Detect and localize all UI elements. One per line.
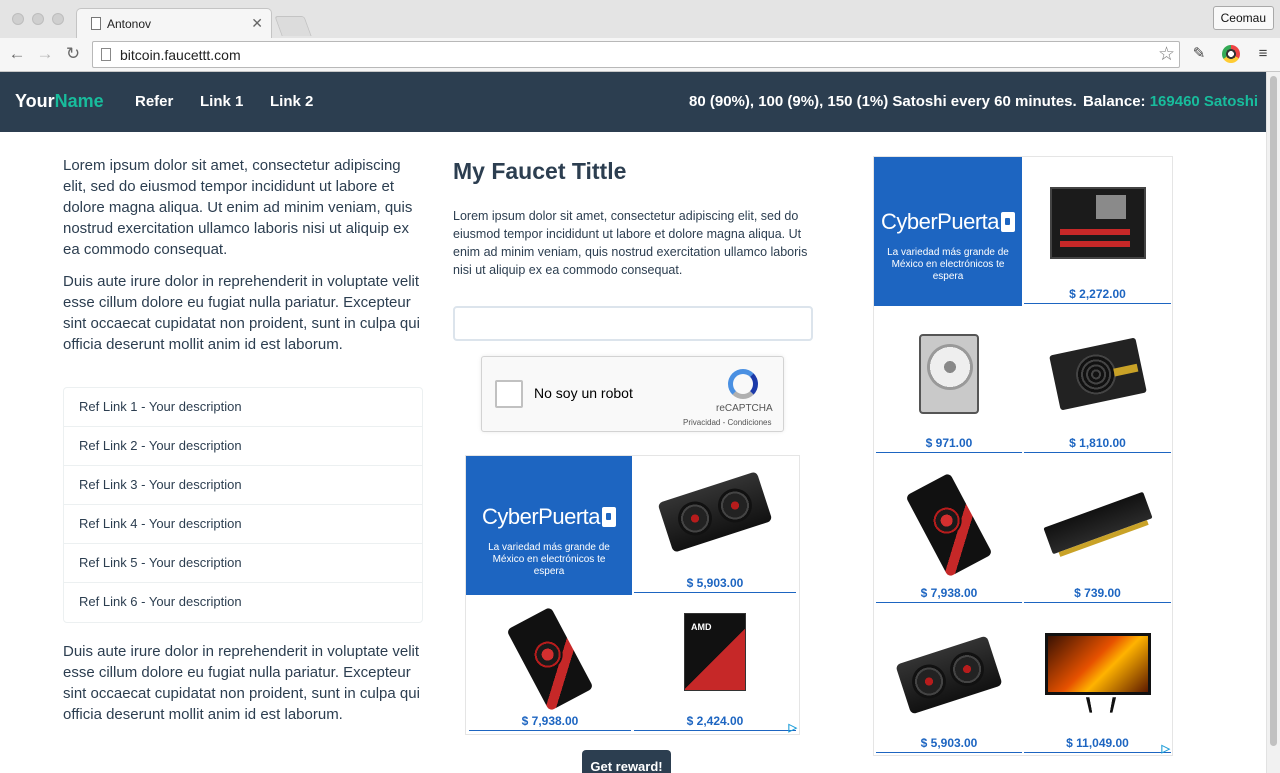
ad-price: $ 2,424.00 xyxy=(634,714,796,731)
captcha-links[interactable]: Privacidad - Condiciones xyxy=(683,418,772,427)
ref-link-item[interactable]: Ref Link 6 - Your description xyxy=(64,583,422,622)
adchoices-icon[interactable]: ▷ xyxy=(789,721,797,734)
ad-brand-panel[interactable]: CyberPuerta La variedad más grande de Mé… xyxy=(466,456,632,595)
close-window-button[interactable] xyxy=(12,13,24,25)
memory-module-image xyxy=(1042,491,1153,555)
color-extension-icon[interactable] xyxy=(1222,45,1240,63)
ad-price: $ 5,903.00 xyxy=(634,576,796,593)
browser-toolbar: ← → ↻ bitcoin.faucettt.com ☆ ✎ ≡ xyxy=(0,38,1280,72)
closing-paragraph: Duis aute irure dolor in reprehenderit i… xyxy=(63,643,420,723)
ref-link-list: Ref Link 1 - Your description Ref Link 2… xyxy=(63,387,423,623)
maximize-window-button[interactable] xyxy=(52,13,64,25)
tab-close-icon[interactable]: ✕ xyxy=(251,15,263,32)
ad-product[interactable]: $ 7,938.00 xyxy=(469,597,631,733)
right-ad-banner[interactable]: CyberPuerta La variedad más grande de Mé… xyxy=(873,156,1173,756)
ad-product[interactable]: $ 1,810.00 xyxy=(1024,308,1171,455)
extension-icon[interactable]: ✎ xyxy=(1188,43,1210,65)
reload-icon[interactable]: ↻ xyxy=(62,42,84,66)
ad-product[interactable]: $ 739.00 xyxy=(1024,457,1171,605)
minimize-window-button[interactable] xyxy=(32,13,44,25)
ref-link-item[interactable]: Ref Link 4 - Your description xyxy=(64,505,422,544)
browser-tabstrip: Antonov ✕ Ceomau xyxy=(0,0,1280,38)
nav-link-refer[interactable]: Refer xyxy=(135,93,173,110)
ad-price: $ 2,272.00 xyxy=(1024,287,1171,304)
power-supply-image xyxy=(1048,337,1147,411)
second-paragraph: Duis aute irure dolor in reprehenderit i… xyxy=(63,273,420,353)
url-text[interactable]: bitcoin.faucettt.com xyxy=(120,47,241,63)
ad-tagline: La variedad más grande de México en elec… xyxy=(488,542,610,577)
graphics-card-image xyxy=(506,606,594,712)
ad-price: $ 1,810.00 xyxy=(1024,436,1171,453)
faucet-title: My Faucet Tittle xyxy=(453,158,627,184)
profile-button[interactable]: Ceomau xyxy=(1212,6,1274,30)
get-reward-button[interactable]: Get reward! xyxy=(582,750,671,773)
back-arrow-icon[interactable]: ← xyxy=(6,42,28,66)
forward-arrow-icon[interactable]: → xyxy=(34,42,56,66)
payout-rate-text: 80 (90%), 100 (9%), 150 (1%) Satoshi eve… xyxy=(689,93,1077,110)
new-tab-button[interactable] xyxy=(274,16,312,36)
graphics-card-image xyxy=(657,471,773,553)
scroll-thumb[interactable] xyxy=(1270,76,1277,746)
menu-icon[interactable]: ≡ xyxy=(1252,43,1274,65)
cyberpuerta-logo: CyberPuerta xyxy=(874,209,1022,235)
ad-tagline: La variedad más grande de México en elec… xyxy=(887,247,1009,282)
motherboard-image xyxy=(1049,187,1146,259)
address-bar[interactable]: bitcoin.faucettt.com ☆ xyxy=(92,41,1180,68)
ad-price: $ 5,903.00 xyxy=(876,736,1022,753)
hard-drive-image xyxy=(919,334,979,414)
monitor-image xyxy=(1044,633,1151,695)
ad-price: $ 7,938.00 xyxy=(469,714,631,731)
brand-logo[interactable]: YourName xyxy=(15,91,104,112)
ref-link-item[interactable]: Ref Link 3 - Your description xyxy=(64,466,422,505)
page-scrollbar[interactable] xyxy=(1266,72,1280,773)
bookmark-star-icon[interactable]: ☆ xyxy=(1158,43,1175,66)
ad-product[interactable]: $ 2,424.00 xyxy=(634,597,796,733)
adchoices-icon[interactable]: ▷ xyxy=(1162,742,1170,755)
recaptcha-logo-icon xyxy=(728,369,758,399)
nav-link-1[interactable]: Link 1 xyxy=(200,93,243,110)
ad-product[interactable]: $ 11,049.00 xyxy=(1024,607,1171,755)
browser-tab[interactable]: Antonov ✕ xyxy=(76,8,272,38)
ad-product[interactable]: $ 971.00 xyxy=(876,308,1022,455)
captcha-brand: reCAPTCHA xyxy=(716,403,773,414)
captcha-label: No soy un robot xyxy=(534,385,633,401)
address-input[interactable] xyxy=(453,306,813,341)
graphics-card-image xyxy=(895,635,1003,715)
ad-price: $ 7,938.00 xyxy=(876,586,1022,603)
recaptcha-widget: No soy un robot reCAPTCHA Privacidad - C… xyxy=(481,356,784,432)
ad-brand-panel[interactable]: CyberPuerta La variedad más grande de Mé… xyxy=(874,157,1022,306)
page-icon xyxy=(101,48,111,61)
nav-link-2[interactable]: Link 2 xyxy=(270,93,313,110)
ad-price: $ 971.00 xyxy=(876,436,1022,453)
ad-price: $ 11,049.00 xyxy=(1024,736,1171,753)
cyberpuerta-logo: CyberPuerta xyxy=(466,504,632,530)
balance-value: 169460 Satoshi xyxy=(1149,93,1259,110)
site-navbar: YourName Refer Link 1 Link 2 80 (90%), 1… xyxy=(0,72,1266,132)
ad-price: $ 739.00 xyxy=(1024,586,1171,603)
page-icon xyxy=(91,17,101,30)
ref-link-item[interactable]: Ref Link 5 - Your description xyxy=(64,544,422,583)
ad-product[interactable]: $ 5,903.00 xyxy=(634,456,796,595)
tab-title: Antonov xyxy=(107,17,152,31)
graphics-card-image xyxy=(905,472,993,578)
faucet-description: Lorem ipsum dolor sit amet, consectetur … xyxy=(453,209,808,277)
ad-product[interactable]: $ 5,903.00 xyxy=(876,607,1022,755)
ref-link-item[interactable]: Ref Link 2 - Your description xyxy=(64,427,422,466)
balance-display: Balance: 169460 Satoshi xyxy=(1083,93,1259,110)
ad-product[interactable]: $ 2,272.00 xyxy=(1024,157,1171,306)
ref-link-item[interactable]: Ref Link 1 - Your description xyxy=(64,388,422,427)
captcha-checkbox[interactable] xyxy=(495,380,523,408)
ad-product[interactable]: $ 7,938.00 xyxy=(876,457,1022,605)
processor-box-image xyxy=(684,613,746,691)
intro-paragraph: Lorem ipsum dolor sit amet, consectetur … xyxy=(63,157,413,258)
middle-ad-banner[interactable]: CyberPuerta La variedad más grande de Mé… xyxy=(465,455,800,735)
